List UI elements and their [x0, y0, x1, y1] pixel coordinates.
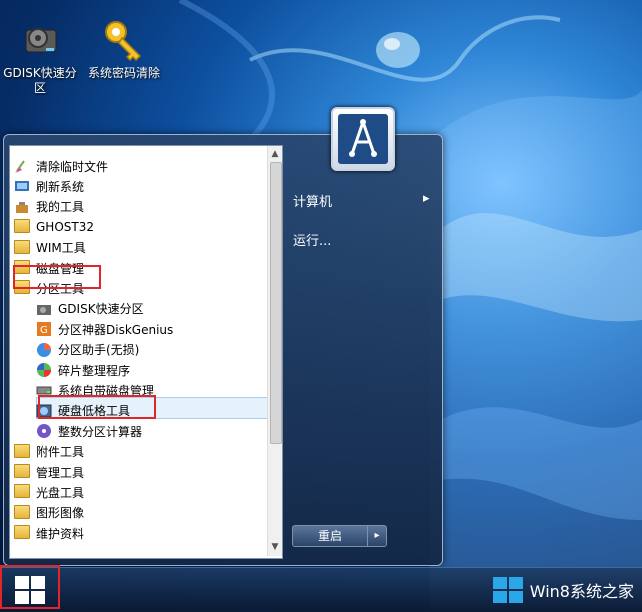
program-item[interactable]: 我的工具 [14, 197, 84, 217]
program-label: 碎片整理程序 [58, 363, 131, 378]
program-label: GDISK快速分区 [58, 302, 144, 317]
program-label: 维护资料 [36, 526, 85, 541]
calc-disk-icon [36, 423, 52, 439]
folder-icon [14, 239, 30, 256]
restart-button[interactable]: 重启 [292, 525, 368, 547]
brand-watermark: Win8系统之家 [492, 576, 634, 604]
programs-scrollbar[interactable]: ▲ ▼ [267, 146, 282, 556]
pie-icon [36, 342, 52, 358]
program-folder[interactable]: WIM工具 [14, 238, 86, 258]
highlight-box-start-button [0, 565, 60, 609]
program-folder[interactable]: 图形图像 [14, 503, 84, 523]
program-item[interactable]: 刷新系统 [14, 176, 84, 196]
chevron-right-icon: ▸ [423, 191, 430, 206]
refresh-icon [14, 178, 30, 194]
disk-gear-icon [36, 301, 52, 317]
program-item[interactable]: 分区助手(无损) [36, 340, 139, 360]
scroll-thumb[interactable] [270, 162, 282, 444]
folder-icon [14, 484, 30, 500]
user-picture[interactable] [331, 107, 395, 171]
key-icon [100, 16, 148, 64]
desktop-icon-password-clear[interactable]: 系统密码清除 [84, 16, 164, 81]
folder-icon [14, 504, 30, 521]
program-label: 清除临时文件 [36, 159, 109, 174]
program-label: 分区神器DiskGenius [58, 322, 174, 337]
compass-icon [349, 119, 377, 157]
windows-brand-logo-icon [492, 577, 523, 603]
disk-gear-icon [16, 16, 64, 64]
folder-icon [14, 464, 30, 480]
programs-list: 清除临时文件 刷新系统 我的工具 GHOST32 WIM工具 磁盘管理 分区工具 GDISK快… [10, 146, 268, 556]
folder-icon [14, 443, 30, 460]
diskgenius-icon: G [36, 321, 52, 337]
program-label: 整数分区计算器 [58, 424, 143, 439]
folder-icon [14, 219, 30, 235]
toolbox-icon [14, 199, 30, 215]
program-label: WIM工具 [36, 241, 86, 256]
program-item[interactable]: 整数分区计算器 [36, 421, 142, 441]
defrag-icon [36, 362, 52, 378]
program-item[interactable]: 碎片整理程序 [36, 360, 130, 380]
program-folder[interactable]: 光盘工具 [14, 482, 84, 502]
highlight-box-hdd-format [38, 395, 156, 419]
program-folder[interactable]: 附件工具 [14, 442, 84, 462]
program-label: 管理工具 [36, 465, 85, 480]
right-item-run[interactable]: 运行... [293, 230, 331, 249]
program-label: 光盘工具 [36, 485, 85, 500]
desktop-icon-gdisk[interactable]: GDISK快速分区 [0, 16, 80, 96]
right-item-computer[interactable]: 计算机 ▸ [293, 191, 433, 210]
scroll-down-arrow-icon[interactable]: ▼ [268, 540, 282, 554]
start-menu: 清除临时文件 刷新系统 我的工具 GHOST32 WIM工具 磁盘管理 分区工具 GDISK快… [3, 107, 443, 566]
scroll-up-arrow-icon[interactable]: ▲ [268, 147, 282, 161]
taskbar: Win8系统之家 [0, 567, 642, 612]
program-label: 分区助手(无损) [58, 343, 140, 358]
programs-pane: 清除临时文件 刷新系统 我的工具 GHOST32 WIM工具 磁盘管理 分区工具 GDISK快… [9, 145, 283, 559]
shutdown-options-arrow-icon[interactable]: ▸ [367, 525, 387, 547]
program-label: 我的工具 [36, 200, 85, 215]
highlight-box-partition-tools [13, 265, 101, 289]
shutdown-group: 重启 ▸ [292, 525, 387, 547]
program-item[interactable]: GDISK快速分区 [36, 299, 144, 319]
program-label: 刷新系统 [36, 179, 85, 194]
program-folder[interactable]: 维护资料 [14, 523, 84, 543]
program-item[interactable]: G 分区神器DiskGenius [36, 319, 173, 339]
desktop-icon-label: 系统密码清除 [87, 66, 160, 80]
program-label: 图形图像 [36, 506, 85, 521]
svg-text:G: G [40, 325, 48, 336]
broom-icon [14, 158, 30, 174]
program-label: GHOST32 [36, 220, 94, 235]
program-item[interactable]: 清除临时文件 [14, 156, 108, 176]
desktop-icon-label: GDISK快速分区 [3, 66, 77, 95]
folder-icon [14, 525, 30, 541]
program-label: 附件工具 [36, 445, 85, 460]
program-folder[interactable]: GHOST32 [14, 217, 94, 237]
program-folder[interactable]: 管理工具 [14, 462, 84, 482]
